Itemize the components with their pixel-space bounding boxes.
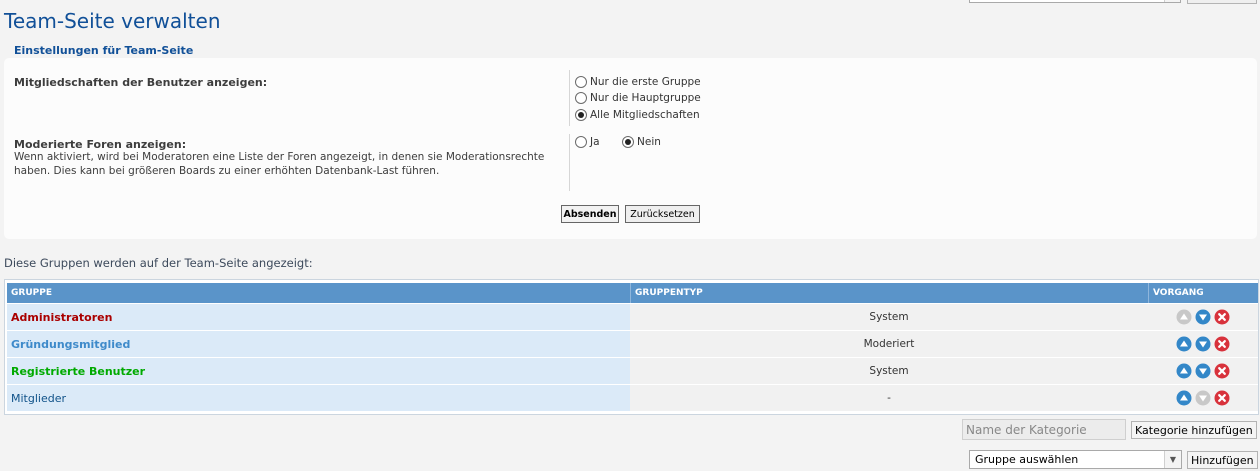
reset-button[interactable]: Zurücksetzen (625, 205, 700, 223)
column-header-action: VORGANG (1148, 283, 1258, 303)
row-actions (1148, 304, 1258, 330)
table-row: Mitglieder - (7, 385, 1258, 411)
category-name-input[interactable]: Name der Kategorie (962, 419, 1126, 440)
radio-checked-icon[interactable] (622, 136, 634, 148)
divider (569, 134, 570, 191)
radio-checked-icon[interactable] (575, 109, 587, 121)
divider (569, 70, 570, 126)
radio-icon[interactable] (575, 76, 587, 88)
table-header: GRUPPE GRUPPENTYP VORGANG (7, 283, 1258, 303)
group-name-link[interactable]: Mitglieder (7, 385, 630, 411)
chevron-down-icon[interactable]: ▼ (1164, 451, 1181, 468)
move-up-icon[interactable] (1176, 390, 1192, 406)
move-up-icon (1176, 309, 1192, 325)
memberships-option-all[interactable]: Alle Mitgliedschaften (575, 109, 700, 121)
column-header-type: GRUPPENTYP (630, 283, 1148, 303)
group-type: - (630, 385, 1148, 411)
radio-icon[interactable] (575, 92, 587, 104)
moderated-forums-option-yes[interactable]: Ja (575, 136, 600, 148)
move-down-icon (1195, 390, 1211, 406)
group-type: System (630, 358, 1148, 384)
delete-icon[interactable] (1214, 363, 1230, 379)
memberships-option-main[interactable]: Nur die Hauptgruppe (575, 92, 701, 104)
moderated-forums-description: Wenn aktiviert, wird bei Moderatoren ein… (14, 151, 545, 177)
move-up-icon[interactable] (1176, 336, 1192, 352)
row-actions (1148, 331, 1258, 357)
group-name-link[interactable]: Administratoren (7, 304, 630, 330)
delete-icon[interactable] (1214, 336, 1230, 352)
move-up-icon[interactable] (1176, 363, 1192, 379)
add-category-button[interactable]: Kategorie hinzufügen (1131, 421, 1257, 439)
move-down-icon[interactable] (1195, 336, 1211, 352)
table-row: Registrierte Benutzer System (7, 358, 1258, 384)
settings-fieldset-title: Einstellungen für Team-Seite (14, 44, 194, 57)
column-header-group: GRUPPE (11, 288, 52, 298)
groups-table: GRUPPE GRUPPENTYP VORGANG Administratore… (4, 279, 1259, 415)
move-down-icon[interactable] (1195, 309, 1211, 325)
table-row: Gründungsmitglied Moderiert (7, 331, 1258, 357)
add-group-button[interactable]: Hinzufügen (1187, 451, 1258, 469)
delete-icon[interactable] (1214, 309, 1230, 325)
top-add-button-clipped[interactable] (1187, 0, 1257, 4)
moderated-forums-option-no[interactable]: Nein (622, 136, 661, 148)
group-type: Moderiert (630, 331, 1148, 357)
radio-icon[interactable] (575, 136, 587, 148)
memberships-option-first[interactable]: Nur die erste Gruppe (575, 76, 701, 88)
top-group-select-clipped[interactable] (969, 0, 1181, 3)
delete-icon[interactable] (1214, 390, 1230, 406)
group-select[interactable]: Gruppe auswählen ▼ (969, 450, 1182, 469)
row-actions (1148, 385, 1258, 411)
group-type: System (630, 304, 1148, 330)
table-row: Administratoren System (7, 304, 1258, 330)
page-title: Team-Seite verwalten (4, 9, 221, 33)
group-select-value: Gruppe auswählen (975, 453, 1079, 466)
group-name-link[interactable]: Registrierte Benutzer (7, 358, 630, 384)
memberships-label: Mitgliedschaften der Benutzer anzeigen: (14, 76, 268, 89)
submit-button[interactable]: Absenden (561, 205, 619, 223)
settings-panel: Mitgliedschaften der Benutzer anzeigen: … (4, 58, 1257, 239)
row-actions (1148, 358, 1258, 384)
move-down-icon[interactable] (1195, 363, 1211, 379)
groups-intro-text: Diese Gruppen werden auf der Team-Seite … (4, 256, 313, 270)
group-name-link[interactable]: Gründungsmitglied (7, 331, 630, 357)
